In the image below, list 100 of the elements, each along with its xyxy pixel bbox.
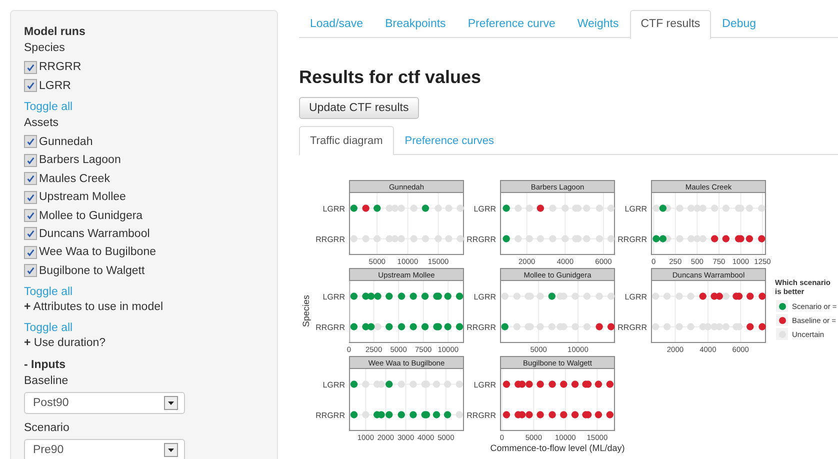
data-point: [594, 380, 602, 388]
data-point: [350, 204, 358, 212]
axis-category-label: LGRR: [624, 204, 647, 214]
checkbox[interactable]: [24, 79, 37, 92]
axis-category-label: LGRR: [322, 204, 345, 214]
data-point: [758, 323, 766, 330]
toggle-all-link[interactable]: Toggle all: [24, 286, 73, 298]
tab[interactable]: Debug: [711, 10, 768, 38]
data-point: [571, 411, 579, 418]
section-toggle[interactable]: + Attributes to use in model: [24, 300, 164, 313]
data-point: [398, 292, 406, 300]
select-field[interactable]: Post90: [24, 392, 185, 414]
data-point: [596, 323, 603, 330]
data-point: [501, 323, 508, 330]
axis-category-label: RRGRR: [316, 234, 345, 244]
data-point: [746, 292, 754, 300]
data-point: [758, 292, 766, 300]
data-point: [374, 204, 381, 212]
checkbox-label: Upstream Mollee: [39, 191, 126, 204]
data-point: [432, 411, 440, 418]
tab[interactable]: CTF results: [630, 10, 712, 39]
tab[interactable]: Preference curves: [394, 126, 506, 155]
data-point: [606, 380, 614, 388]
axis-category-label: RRGRR: [466, 234, 496, 244]
data-point: [422, 204, 430, 212]
data-point: [502, 235, 510, 242]
axis-category-label: LGRR: [624, 292, 647, 302]
axis-category-label: RRGRR: [466, 322, 496, 332]
field-label: Scenario: [24, 422, 70, 434]
tab[interactable]: Preference curve: [456, 10, 566, 38]
section-heading: - Inputs: [24, 358, 66, 371]
checkbox-label: Barbers Lagoon: [39, 154, 121, 166]
data-point: [362, 204, 370, 212]
toggle-all-link[interactable]: Toggle all: [24, 100, 73, 113]
axis-category-label: RRGRR: [618, 234, 647, 244]
section-toggle[interactable]: + Use duration?: [24, 336, 106, 349]
axis-category-label: LGRR: [322, 292, 345, 302]
data-point: [699, 292, 706, 300]
checkbox[interactable]: [24, 154, 37, 167]
checkbox-label: Mollee to Gunidgera: [39, 210, 143, 222]
axis-title: Species: [302, 294, 312, 328]
axis-category-label: RRGRR: [316, 322, 345, 332]
data-point: [444, 411, 452, 418]
checkbox-label: Wee Waa to Bugilbone: [39, 246, 156, 258]
data-point: [456, 323, 464, 330]
data-point: [350, 292, 358, 300]
data-point: [456, 292, 464, 300]
field-label: Assets: [24, 116, 59, 129]
tab[interactable]: Breakpoints: [374, 10, 457, 38]
data-point: [398, 323, 406, 330]
data-point: [350, 411, 358, 418]
data-point: [398, 411, 405, 418]
data-point: [548, 380, 556, 388]
checkbox[interactable]: [24, 135, 37, 148]
data-point: [502, 204, 510, 212]
axis-category-label: LGRR: [474, 292, 496, 302]
data-point: [594, 411, 602, 418]
data-point: [444, 323, 452, 330]
data-point: [421, 323, 429, 330]
data-point: [758, 235, 766, 242]
checkbox[interactable]: [24, 60, 37, 74]
data-point: [410, 323, 417, 330]
data-point: [722, 235, 730, 242]
checkbox-label: RRGRR: [39, 61, 82, 74]
checkbox[interactable]: [24, 190, 37, 204]
checkbox-label: Duncans Warrambool: [39, 228, 150, 240]
data-point: [536, 411, 544, 418]
select-field[interactable]: Pre90: [24, 438, 185, 459]
page-heading: Results for ctf values: [299, 66, 482, 88]
data-point: [502, 380, 510, 388]
data-point: [560, 411, 568, 418]
update-button[interactable]: Update CTF results: [299, 97, 419, 119]
data-point: [606, 411, 614, 418]
data-point: [386, 292, 393, 300]
data-point: [548, 411, 556, 418]
toggle-all-link[interactable]: Toggle all: [24, 322, 73, 334]
axis-category-label: LGRR: [474, 380, 496, 390]
checkbox[interactable]: [24, 209, 37, 222]
checkbox[interactable]: [24, 246, 37, 259]
axis-category-label: LGRR: [474, 204, 496, 214]
data-point: [350, 380, 358, 388]
data-point: [502, 411, 510, 418]
tab[interactable]: Load/save: [299, 10, 374, 38]
axis-category-label: RRGRR: [466, 410, 496, 420]
tab[interactable]: Weights: [566, 10, 630, 38]
data-point: [560, 380, 568, 388]
data-point: [536, 204, 544, 212]
checkbox[interactable]: [24, 172, 37, 186]
data-point: [711, 235, 718, 242]
data-point: [421, 292, 429, 300]
data-point: [410, 411, 417, 418]
checkbox[interactable]: [24, 264, 37, 278]
tab[interactable]: Traffic diagram: [299, 126, 394, 155]
checkbox-label: Maules Creek: [39, 172, 110, 185]
field-label: Baseline: [24, 374, 68, 387]
data-point: [746, 323, 754, 330]
checkbox-label: Bugilbone to Walgett: [39, 264, 145, 277]
checkbox[interactable]: [24, 227, 37, 240]
data-point: [350, 323, 358, 330]
data-point: [607, 323, 615, 330]
